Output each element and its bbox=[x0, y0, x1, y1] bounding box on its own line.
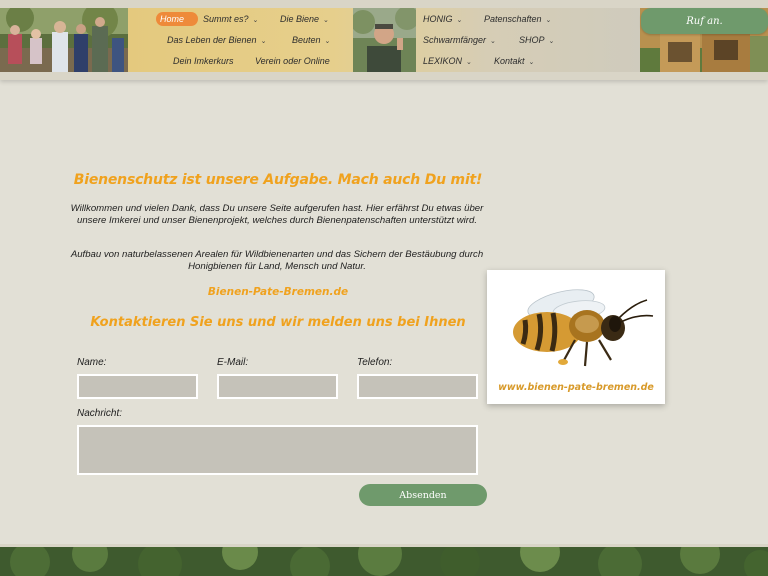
nav-beuten-label: Beuten bbox=[292, 35, 321, 45]
chevron-down-icon: ⌄ bbox=[545, 17, 552, 24]
nav-imkerkurs[interactable]: Dein Imkerkurs bbox=[173, 55, 234, 67]
chevron-down-icon: ⌄ bbox=[456, 17, 463, 24]
nav-shop-label: SHOP bbox=[519, 35, 545, 45]
email-label: E-Mail: bbox=[217, 357, 249, 368]
nav-die-biene-label: Die Biene bbox=[280, 14, 320, 24]
nav-lexikon-label: LEXIKON bbox=[423, 56, 463, 66]
chevron-down-icon: ⌄ bbox=[548, 38, 555, 45]
nav-patenschaften-label: Patenschaften bbox=[484, 14, 542, 24]
nav-summt-es[interactable]: Summt es? ⌄ bbox=[203, 13, 258, 27]
phone-field[interactable] bbox=[357, 374, 478, 399]
call-button[interactable]: Ruf an. bbox=[641, 8, 768, 34]
site-name-link[interactable]: Bienen-Pate-Bremen.de bbox=[60, 286, 496, 298]
footer-photo-trees bbox=[0, 544, 768, 576]
mission-text: Aufbau von naturbelassenen Arealen für W… bbox=[70, 249, 484, 272]
nav-lexikon[interactable]: LEXIKON ⌄ bbox=[423, 55, 472, 69]
bee-image: www.bienen-pate-bremen.de bbox=[487, 270, 665, 404]
bee-illustration bbox=[487, 270, 665, 382]
call-button-label: Ruf an. bbox=[686, 15, 723, 27]
chevron-down-icon: ⌄ bbox=[324, 38, 331, 45]
name-label: Name: bbox=[77, 357, 107, 368]
nav-beuten[interactable]: Beuten ⌄ bbox=[292, 34, 330, 48]
message-label: Nachricht: bbox=[77, 408, 123, 419]
intro-text: Willkommen und vielen Dank, dass Du unse… bbox=[70, 203, 484, 226]
contact-heading: Kontaktieren Sie uns und wir melden uns … bbox=[90, 315, 466, 330]
header-photo-people bbox=[0, 8, 128, 72]
phone-label: Telefon: bbox=[357, 357, 393, 368]
nav-die-biene[interactable]: Die Biene ⌄ bbox=[280, 13, 329, 27]
header-photo-beekeeper bbox=[353, 8, 416, 72]
message-field[interactable] bbox=[77, 425, 478, 475]
nav-patenschaften[interactable]: Patenschaften ⌄ bbox=[484, 13, 551, 27]
nav-shop[interactable]: SHOP ⌄ bbox=[519, 34, 554, 48]
nav-honig[interactable]: HONIG ⌄ bbox=[423, 13, 462, 27]
bee-image-caption: www.bienen-pate-bremen.de bbox=[498, 382, 654, 393]
nav-kontakt-label: Kontakt bbox=[494, 56, 525, 66]
nav-home-label: Home bbox=[160, 14, 185, 24]
nav-home[interactable]: Home bbox=[156, 12, 199, 26]
nav-schwarmfaenger-label: Schwarmfänger bbox=[423, 35, 487, 45]
page-headline: Bienenschutz ist unsere Aufgabe. Mach au… bbox=[73, 172, 483, 188]
submit-button[interactable]: Absenden bbox=[359, 484, 487, 506]
nav-honig-label: HONIG bbox=[423, 14, 453, 24]
email-field[interactable] bbox=[217, 374, 338, 399]
site-header: Home Summt es? ⌄ Die Biene ⌄ Das Leben der… bbox=[0, 0, 768, 80]
nav-schwarmfaenger[interactable]: Schwarmfänger ⌄ bbox=[423, 34, 496, 48]
nav-verein-label: Verein oder Online bbox=[255, 56, 330, 66]
chevron-down-icon: ⌄ bbox=[466, 59, 472, 66]
nav-leben-der-bienen[interactable]: Das Leben der Bienen ⌄ bbox=[167, 34, 266, 48]
nav-verein[interactable]: Verein oder Online bbox=[255, 55, 330, 67]
nav-kontakt[interactable]: Kontakt ⌄ bbox=[494, 55, 534, 69]
chevron-down-icon: ⌄ bbox=[528, 59, 535, 66]
chevron-down-icon: ⌄ bbox=[490, 38, 496, 45]
chevron-down-icon: ⌄ bbox=[252, 17, 259, 24]
chevron-down-icon: ⌄ bbox=[323, 17, 329, 24]
chevron-down-icon: ⌄ bbox=[260, 38, 267, 45]
nav-summt-es-label: Summt es? bbox=[203, 14, 249, 24]
nav-leben-label: Das Leben der Bienen bbox=[167, 35, 257, 45]
name-field[interactable] bbox=[77, 374, 198, 399]
nav-imkerkurs-label: Dein Imkerkurs bbox=[173, 56, 234, 66]
